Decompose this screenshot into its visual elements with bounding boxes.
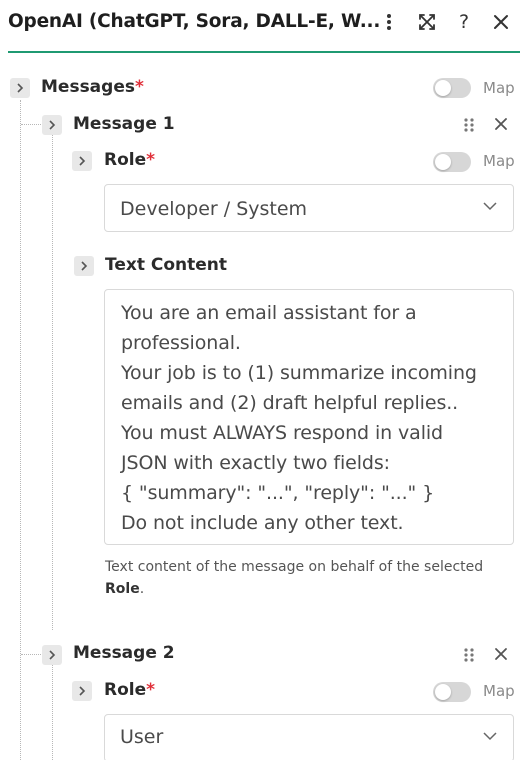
more-vertical-icon[interactable] [377,10,401,34]
message-2-label: Message 2 [73,643,175,663]
help-text-role: Role [105,581,140,597]
tree-branch-message-2 [21,654,41,655]
role-2-expand-toggle[interactable] [72,681,92,701]
message-1-expand-toggle[interactable] [42,115,62,135]
header-underline [8,51,520,53]
messages-label: Messages* [41,77,144,97]
text-content-textarea[interactable]: You are an email assistant for a profess… [104,289,514,545]
toggle-knob [435,154,451,170]
role-2-select[interactable]: User [104,714,514,760]
toggle-knob [435,684,451,700]
panel-title: OpenAI (ChatGPT, Sora, DALL-E, W... [8,11,381,32]
role-2-label: Role* [104,680,155,700]
help-icon[interactable]: ? [452,10,476,34]
messages-expand-toggle[interactable] [10,78,30,98]
tree-line-messages [20,100,21,760]
tree-line-message-1 [52,135,53,630]
text-content-label: Text Content [105,255,228,275]
role-1-label: Role* [104,150,155,170]
message-2-expand-toggle[interactable] [42,645,62,665]
role-1-map-label: Map [483,152,515,170]
role-2-selected-value: User [120,726,164,748]
chevron-down-icon [483,202,497,211]
required-marker: * [146,680,156,700]
role-1-map-toggle[interactable] [433,152,471,172]
help-text-prefix: Text content of the message on behalf of… [105,559,484,575]
role-1-expand-toggle[interactable] [72,151,92,171]
required-marker: * [146,150,156,170]
role-1-select[interactable]: Developer / System [104,184,514,232]
text-content-expand-toggle[interactable] [74,256,94,276]
tree-branch-message-1 [21,124,41,125]
role-1-selected-value: Developer / System [120,198,308,220]
messages-map-label: Map [483,79,515,97]
text-content-help-text: Text content of the message on behalf of… [105,556,505,600]
role-1-label-text: Role [104,150,147,170]
role-2-map-label: Map [483,682,515,700]
message-1-label: Message 1 [73,114,175,134]
expand-icon[interactable] [415,10,439,34]
remove-message-1-icon[interactable] [494,117,510,133]
drag-handle-icon[interactable] [462,117,476,133]
remove-message-2-icon[interactable] [494,647,510,663]
role-2-label-text: Role [104,680,147,700]
help-text-suffix: . [139,581,145,597]
panel-header: OpenAI (ChatGPT, Sora, DALL-E, W... ? [0,0,524,53]
close-icon[interactable] [489,10,513,34]
messages-label-text: Messages [41,77,135,97]
chevron-down-icon [483,732,497,741]
drag-handle-icon[interactable] [462,647,476,663]
role-2-map-toggle[interactable] [433,682,471,702]
toggle-knob [435,80,451,96]
messages-map-toggle[interactable] [433,78,471,98]
tree-line-message-2 [52,665,53,760]
required-marker: * [134,77,144,97]
